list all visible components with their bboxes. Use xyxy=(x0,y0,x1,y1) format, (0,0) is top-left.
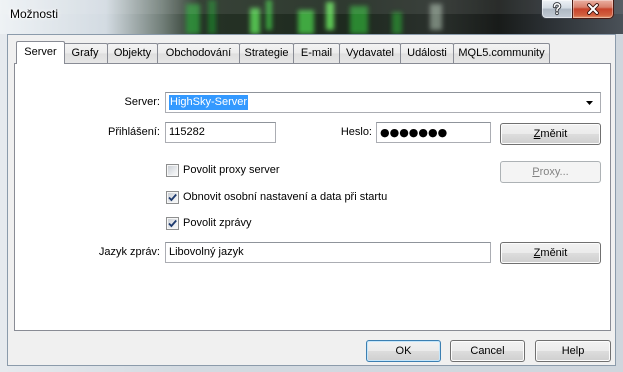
news-language-input[interactable]: Libovolný jazyk xyxy=(165,242,491,263)
change-password-button-label: Změnit xyxy=(533,128,568,140)
login-input[interactable]: 115282 xyxy=(165,122,276,143)
restore-settings-checkbox-box[interactable] xyxy=(166,191,179,204)
server-label: Server: xyxy=(124,96,160,108)
proxy-checkbox[interactable]: Povolit proxy server xyxy=(166,163,280,178)
proxy-checkbox-label: Povolit proxy server xyxy=(183,164,280,176)
tab-objekty[interactable]: Objekty xyxy=(107,43,158,63)
tab-strip: Server Grafy Objekty Obchodování Strateg… xyxy=(16,41,550,65)
tab-email[interactable]: E-mail xyxy=(293,43,340,63)
dropdown-arrow-icon xyxy=(586,101,593,105)
tab-panel-server: Server: HighSky-Server Přihlášení: 11528… xyxy=(14,63,611,331)
password-input[interactable]: ●●●●●●● xyxy=(376,122,491,143)
change-language-button-label: Změnit xyxy=(533,247,568,259)
tab-grafy[interactable]: Grafy xyxy=(62,43,108,63)
help-button-label: Help xyxy=(561,345,585,357)
help-icon xyxy=(552,2,562,16)
close-icon xyxy=(587,3,599,15)
ok-button[interactable]: OK xyxy=(366,340,441,362)
server-combobox[interactable]: HighSky-Server xyxy=(165,92,601,113)
ok-button-label: OK xyxy=(395,345,412,357)
enable-news-checkbox-label: Povolit zprávy xyxy=(183,217,252,229)
tab-vydavatel[interactable]: Vydavatel xyxy=(339,43,401,63)
change-password-button[interactable]: Změnit xyxy=(500,123,601,145)
restore-settings-checkbox[interactable]: Obnovit osobní nastavení a data při star… xyxy=(166,190,387,205)
window-title: Možnosti xyxy=(10,7,59,21)
change-language-button[interactable]: Změnit xyxy=(500,242,601,264)
checkmark-icon xyxy=(168,193,177,202)
tab-server[interactable]: Server xyxy=(16,41,65,64)
help-button[interactable]: Help xyxy=(535,340,611,362)
title-bar-background xyxy=(0,0,623,34)
cancel-button[interactable]: Cancel xyxy=(450,340,525,362)
help-caption-button[interactable] xyxy=(541,0,572,19)
login-value: 115282 xyxy=(169,126,205,138)
server-selected-value: HighSky-Server xyxy=(169,95,249,110)
password-label: Heslo: xyxy=(340,126,372,138)
proxy-settings-button[interactable]: Proxy... xyxy=(500,161,601,183)
news-language-label: Jazyk zpráv: xyxy=(98,246,160,258)
proxy-settings-button-label: Proxy... xyxy=(532,166,569,178)
dialog-client-area: Server Grafy Objekty Obchodování Strateg… xyxy=(7,34,616,366)
restore-settings-checkbox-label: Obnovit osobní nastavení a data při star… xyxy=(183,191,388,203)
tab-strategie[interactable]: Strategie xyxy=(239,43,294,63)
news-language-value: Libovolný jazyk xyxy=(169,246,244,258)
close-button[interactable] xyxy=(572,0,614,19)
password-masked-value: ●●●●●●● xyxy=(380,126,448,139)
checkmark-icon xyxy=(168,219,177,228)
title-bar[interactable]: Možnosti xyxy=(0,0,623,34)
login-label: Přihlášení: xyxy=(108,126,160,138)
tab-udalosti[interactable]: Události xyxy=(400,43,454,63)
cancel-button-label: Cancel xyxy=(470,345,505,357)
enable-news-checkbox-box[interactable] xyxy=(166,217,179,230)
enable-news-checkbox[interactable]: Povolit zprávy xyxy=(166,216,251,231)
tab-obchodovani[interactable]: Obchodování xyxy=(157,43,240,63)
options-dialog: Možnosti Server Grafy Objekty Obchodován… xyxy=(0,0,623,372)
tab-mql5-community[interactable]: MQL5.community xyxy=(453,43,550,63)
proxy-checkbox-box[interactable] xyxy=(166,164,179,177)
